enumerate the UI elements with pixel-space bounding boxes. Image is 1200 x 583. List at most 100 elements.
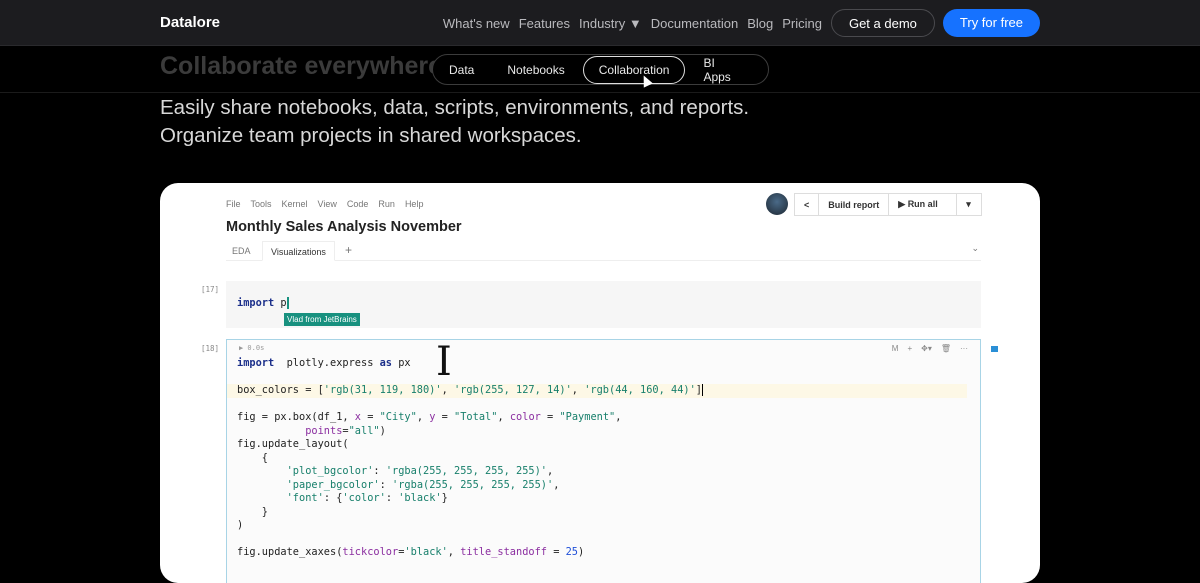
code-token: "Total"	[454, 411, 498, 423]
code-token: fig.update_xaxes(	[237, 546, 343, 558]
menu-help[interactable]: Help	[405, 199, 424, 209]
code-token: :	[385, 492, 399, 504]
code-token: ,	[547, 465, 554, 477]
code-line: 'font': {'color': 'black'}	[237, 492, 967, 506]
code-token: 'paper_bgcolor'	[286, 478, 380, 491]
chevron-down-icon[interactable]: ⌄	[971, 243, 979, 254]
code-token: ,	[553, 478, 560, 491]
menu-file[interactable]: File	[226, 199, 241, 209]
code-line: {	[237, 452, 967, 466]
code-token: )	[578, 546, 585, 558]
sheet-tab-eda[interactable]: EDA	[232, 246, 251, 256]
move-cell-icon[interactable]: ✥▾	[921, 344, 932, 353]
code-token: "Payment"	[559, 411, 616, 423]
menu-kernel[interactable]: Kernel	[282, 199, 308, 209]
nav-features[interactable]: Features	[519, 16, 570, 31]
code-token: )	[237, 519, 244, 531]
code-line: points="all")	[237, 425, 967, 439]
tab-notebooks[interactable]: Notebooks	[507, 63, 564, 77]
menu-view[interactable]: View	[318, 199, 337, 209]
menu-code[interactable]: Code	[347, 199, 369, 209]
run-all-button[interactable]: ▶ Run all	[889, 194, 958, 215]
code-token: =	[361, 411, 380, 423]
nav-whats-new[interactable]: What's new	[443, 16, 510, 31]
code-token: {	[237, 451, 268, 464]
menu-tools[interactable]: Tools	[251, 199, 272, 209]
comment-icon[interactable]	[991, 346, 998, 352]
code-line: import plotly.express as px	[237, 357, 967, 371]
cell-actions: M + ✥▾ 🗑 ···	[892, 344, 968, 353]
code-line: box_colors = ['rgb(31, 119, 180)', 'rgb(…	[227, 384, 967, 398]
notebook-title: Monthly Sales Analysis November	[226, 219, 462, 235]
code-token: box_colors = [	[237, 384, 324, 396]
code-token: 'rgb(44, 160, 44)'	[584, 384, 696, 396]
more-icon[interactable]: ···	[960, 344, 968, 353]
code-line: fig = px.box(df_1, x = "City", y = "Tota…	[237, 411, 967, 425]
code-token: "City"	[379, 411, 417, 423]
code-line: }	[237, 506, 967, 520]
build-report-button[interactable]: Build report	[819, 194, 890, 215]
share-icon[interactable]: <	[795, 194, 820, 215]
code-token: :	[373, 465, 386, 477]
code-token: plotly.express	[274, 357, 380, 369]
code-token: ,	[615, 411, 622, 423]
text-caret	[702, 384, 703, 396]
code-token: fig = px.box(df_1,	[237, 411, 355, 423]
nav-industry-dropdown[interactable]: Industry ▼	[579, 16, 642, 31]
code-token: ,	[497, 411, 510, 423]
tab-bi-apps[interactable]: BI Apps	[703, 56, 735, 84]
notebook-preview: File Tools Kernel View Code Run Help < B…	[160, 183, 1040, 583]
code-cell[interactable]: import p Vlad from JetBrains	[226, 281, 981, 328]
code-token: 25	[565, 546, 579, 558]
code-token: 'color'	[342, 492, 386, 504]
code-line: 'plot_bgcolor': 'rgba(255, 255, 255, 255…	[237, 465, 967, 479]
nav-blog[interactable]: Blog	[747, 16, 773, 31]
code-token: 'plot_bgcolor'	[286, 465, 374, 477]
code-token: color	[509, 411, 541, 423]
tab-collaboration[interactable]: Collaboration	[582, 55, 686, 84]
code-token: px	[392, 357, 411, 369]
cell-number: [18]	[201, 344, 220, 353]
run-cell-button[interactable]: ▶ 0.0s	[239, 344, 264, 352]
nav-documentation[interactable]: Documentation	[651, 16, 738, 31]
code-token: title_standoff	[460, 546, 547, 558]
datalore-logo[interactable]: Datalore	[160, 14, 220, 31]
try-for-free-button[interactable]: Try for free	[942, 9, 1040, 37]
code-token: :	[379, 478, 393, 491]
sheet-tab-visualizations[interactable]: Visualizations	[262, 241, 335, 261]
code-line: )	[237, 519, 967, 533]
code-token: =	[547, 546, 566, 558]
code-token: ,	[571, 384, 585, 396]
markdown-icon[interactable]: M	[892, 344, 899, 353]
code-editor[interactable]: import plotly.express as px box_colors =…	[227, 357, 967, 560]
add-sheet-button[interactable]: +	[345, 243, 352, 257]
run-options-dropdown[interactable]: ▾	[957, 194, 980, 215]
code-token: 'rgba(255, 255, 255, 255)'	[392, 478, 554, 491]
section-tabs: Data Notebooks Collaboration BI Apps	[432, 54, 769, 85]
add-cell-icon[interactable]: +	[907, 344, 912, 353]
delete-icon[interactable]: 🗑	[941, 344, 951, 353]
code-token: ,	[416, 411, 430, 423]
divider	[0, 92, 1200, 93]
code-token: )	[379, 424, 386, 437]
code-token: =	[435, 411, 455, 423]
top-navigation-bar: Datalore What's new Features Industry ▼ …	[0, 0, 1200, 46]
nav-pricing[interactable]: Pricing	[782, 16, 822, 31]
menu-run[interactable]: Run	[378, 199, 395, 209]
code-line: fig.update_layout(	[237, 438, 967, 452]
user-avatar[interactable]	[766, 193, 788, 215]
code-token: "all"	[348, 424, 380, 437]
code-line: 'paper_bgcolor': 'rgba(255, 255, 255, 25…	[237, 479, 967, 493]
code-token: 'black'	[404, 546, 448, 558]
get-a-demo-button[interactable]: Get a demo	[830, 9, 935, 37]
code-line: fig.update_xaxes(tickcolor = 'black', titl…	[237, 546, 967, 560]
code-keyword: import	[237, 297, 275, 309]
tab-data[interactable]: Data	[449, 63, 474, 77]
code-cell-active[interactable]: ▶ 0.0s M + ✥▾ 🗑 ··· import plotly.expres…	[226, 339, 981, 583]
collaborator-cursor-label: Vlad from JetBrains	[284, 313, 360, 326]
